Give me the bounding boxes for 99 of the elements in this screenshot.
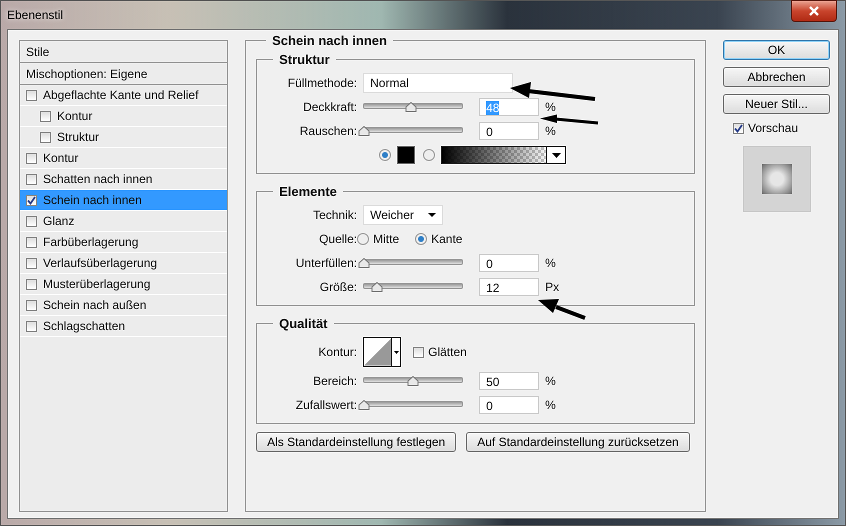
slider-thumb[interactable] <box>358 400 370 410</box>
unit-label: % <box>545 124 556 138</box>
radio-button[interactable] <box>415 233 428 245</box>
field-label: Technik: <box>312 208 358 222</box>
field-label: Quelle: <box>318 232 358 246</box>
style-list-item[interactable]: Kontur <box>20 106 228 127</box>
checkbox[interactable] <box>26 216 37 226</box>
style-label: Struktur <box>57 130 100 144</box>
style-label: Kontur <box>43 151 78 165</box>
group-title: Qualität <box>278 316 329 331</box>
style-label: Schein nach außen <box>43 298 146 312</box>
checkbox[interactable] <box>413 346 424 358</box>
unit-label: % <box>545 398 556 412</box>
radio-button[interactable] <box>423 149 436 161</box>
style-list-item[interactable]: Struktur <box>20 127 228 148</box>
field-label: Bereich: <box>312 374 358 388</box>
style-list-item[interactable]: Schein nach außen <box>20 295 228 316</box>
style-list-item[interactable]: Schlagschatten <box>20 316 228 337</box>
value-field[interactable]: 0 <box>479 254 540 272</box>
dialog-button[interactable]: OK <box>723 40 830 60</box>
contour-picker[interactable] <box>363 337 402 367</box>
slider-thumb[interactable] <box>405 102 418 112</box>
unit-label: % <box>545 100 556 114</box>
group-title: Struktur <box>278 52 331 67</box>
style-list-item[interactable]: Verlaufsüberlagerung <box>20 253 228 274</box>
field-label: Zufallswert: <box>294 398 358 412</box>
field-label: Unterfüllen: <box>294 256 358 270</box>
preview-thumbnail <box>742 146 810 212</box>
radio-label: Kante <box>431 232 462 246</box>
style-label: Abgeflachte Kante und Relief <box>43 88 198 102</box>
field-label: Rauschen: <box>298 124 358 138</box>
unit-label: Px <box>545 280 560 294</box>
caret-icon <box>428 213 436 217</box>
group-title: Elemente <box>278 184 338 199</box>
dialog-button[interactable]: Abbrechen <box>723 67 830 87</box>
checkbox[interactable] <box>26 278 37 290</box>
checkbox[interactable] <box>26 320 37 332</box>
checkbox-label: Vorschau <box>748 121 798 135</box>
contour-curve-icon <box>364 338 392 366</box>
style-label: Musterüberlagerung <box>43 277 150 291</box>
window-title: Ebenenstil <box>7 8 64 22</box>
close-icon <box>808 6 820 16</box>
gradient-swatch[interactable] <box>441 146 548 164</box>
style-list-item[interactable]: Abgeflachte Kante und Relief <box>20 85 228 106</box>
style-label: Farbüberlagerung <box>43 235 138 249</box>
slider-thumb[interactable] <box>358 258 370 268</box>
caret-icon <box>552 152 561 158</box>
color-swatch[interactable] <box>397 146 416 164</box>
style-label: Verlaufsüberlagerung <box>43 256 158 270</box>
unit-label: % <box>545 256 556 270</box>
dialog-button[interactable]: Neuer Stil... <box>723 94 830 114</box>
radio-button[interactable] <box>379 149 392 161</box>
style-list-item[interactable]: Mischoptionen: Eigene <box>20 63 228 85</box>
slider-thumb[interactable] <box>370 282 383 292</box>
dropdown-button[interactable] <box>547 146 566 164</box>
style-label: Schlagschatten <box>43 319 126 333</box>
style-list-item[interactable]: Schein nach innen <box>20 190 228 211</box>
checkbox[interactable] <box>26 152 37 164</box>
style-label: Schein nach innen <box>43 193 142 207</box>
style-list-item[interactable]: Farbüberlagerung <box>20 232 228 253</box>
blend-mode-dropdown[interactable]: Normal <box>363 73 514 93</box>
slider-thumb[interactable] <box>358 126 370 136</box>
style-label: Schatten nach innen <box>43 172 152 186</box>
slider-thumb[interactable] <box>407 376 420 386</box>
unit-label: % <box>545 374 556 388</box>
checkbox[interactable] <box>26 194 37 206</box>
default-settings-button[interactable]: Als Standardeinstellung festlegen <box>256 432 456 452</box>
close-button[interactable] <box>791 0 837 22</box>
radio-button[interactable] <box>357 233 370 245</box>
value-field[interactable]: 50 <box>479 372 540 390</box>
technique-dropdown[interactable]: Weicher <box>363 205 444 225</box>
field-label: Kontur: <box>317 345 358 359</box>
list-header: Stile <box>20 41 228 63</box>
style-list-item[interactable]: Musterüberlagerung <box>20 274 228 295</box>
caret-icon <box>394 350 399 354</box>
checkbox[interactable] <box>40 132 51 142</box>
checkbox[interactable] <box>40 110 51 122</box>
style-label: Kontur <box>57 109 92 123</box>
value-field[interactable]: 0 <box>479 396 540 414</box>
panel-title: Schein nach innen <box>266 33 393 48</box>
radio-label: Mitte <box>373 232 400 246</box>
checkbox-label: Glätten <box>428 345 467 359</box>
default-settings-button[interactable]: Auf Standardeinstellung zurücksetzen <box>466 432 690 452</box>
field-label: Deckkraft: <box>302 100 358 114</box>
checkbox[interactable] <box>26 174 37 184</box>
annotation-arrow <box>538 299 586 320</box>
style-list-item[interactable]: Glanz <box>20 211 228 232</box>
checkbox[interactable] <box>26 90 37 100</box>
value-field[interactable]: 0 <box>479 122 540 140</box>
field-label: Größe: <box>318 280 358 294</box>
checkbox[interactable] <box>26 300 37 310</box>
style-list-item[interactable]: Kontur <box>20 148 228 169</box>
checkbox[interactable] <box>26 236 37 248</box>
annotation-arrow <box>540 114 598 124</box>
checkbox[interactable] <box>733 122 744 134</box>
checkbox[interactable] <box>26 258 37 268</box>
style-label: Glanz <box>43 214 74 228</box>
value-field[interactable]: 12 <box>479 278 540 296</box>
field-label: Füllmethode: <box>286 76 358 90</box>
